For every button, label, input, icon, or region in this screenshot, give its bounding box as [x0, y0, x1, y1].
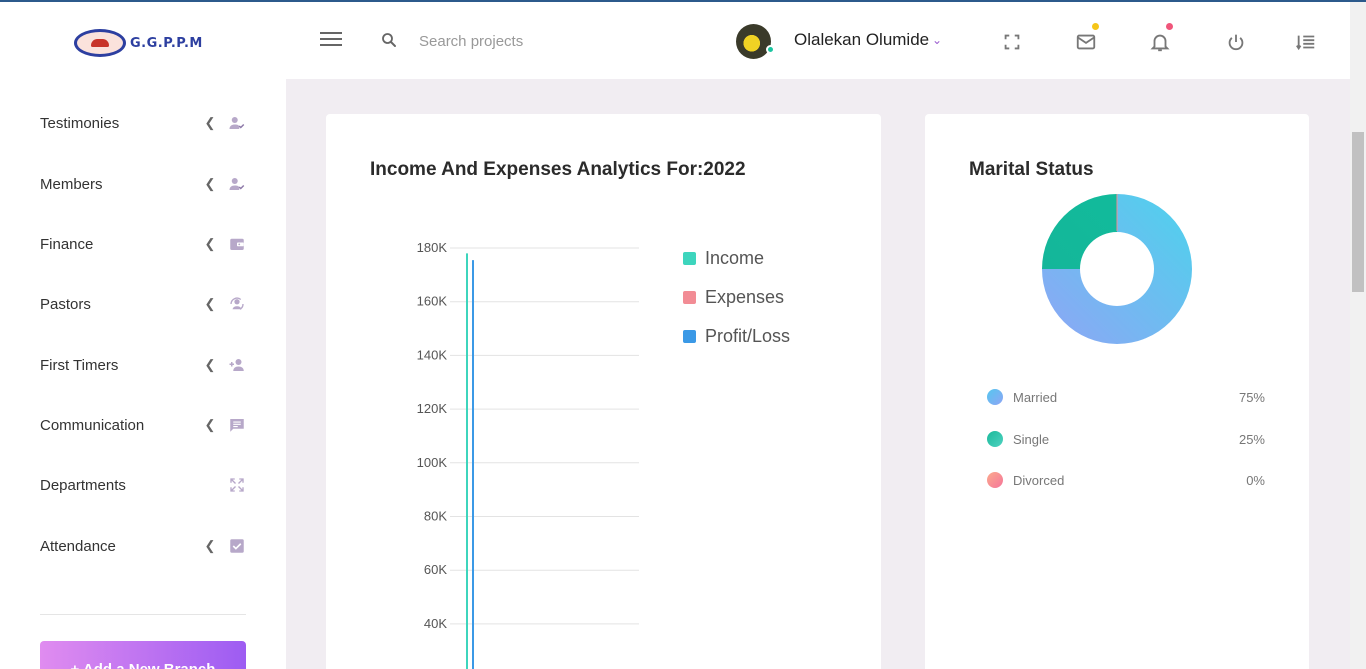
marital-row-single: Single 25% — [987, 429, 1265, 449]
sidebar: Testimonies ❮ Members ❮ Finance ❮ Pastor… — [0, 79, 286, 669]
sidebar-item-departments[interactable]: Departments — [40, 470, 246, 500]
marital-row-divorced: Divorced 0% — [987, 470, 1265, 490]
legend-swatch — [683, 330, 696, 343]
checkbox-icon — [230, 539, 244, 553]
y-tick-label: 160K — [417, 294, 448, 309]
sort-list-icon[interactable] — [1295, 31, 1317, 53]
sidebar-item-testimonies[interactable]: Testimonies ❮ — [40, 108, 246, 138]
marital-status-card: Marital Status Married 75% Single 25% Di… — [925, 114, 1309, 669]
y-tick-label: 140K — [417, 347, 448, 362]
marital-label: Divorced — [1013, 472, 1065, 488]
mail-icon[interactable] — [1075, 31, 1097, 53]
sidebar-item-label: Attendance — [40, 537, 116, 555]
legend-profit-loss[interactable]: Profit/Loss — [683, 326, 790, 347]
chevron-left-icon: ❮ — [204, 296, 216, 311]
income-expenses-card: Income And Expenses Analytics For:2022 1… — [326, 114, 881, 669]
chevron-left-icon: ❮ — [204, 357, 216, 372]
person-sync-icon — [230, 297, 244, 310]
marital-percent: 0% — [1246, 472, 1265, 488]
marital-status-donut — [1042, 194, 1192, 344]
search-input[interactable] — [410, 26, 660, 56]
brand-logo[interactable]: G.G.P.P.M — [74, 29, 203, 57]
legend-label: Expenses — [705, 287, 785, 307]
fullscreen-icon[interactable] — [1001, 31, 1023, 53]
page-scrollbar[interactable] — [1350, 2, 1366, 669]
person-check-icon — [229, 178, 245, 190]
chevron-down-icon[interactable]: ⌄ — [932, 33, 942, 47]
sidebar-item-first-timers[interactable]: First Timers ❮ — [40, 350, 246, 380]
top-header: G.G.P.P.M Olalekan Olumide ⌄ — [0, 2, 1350, 79]
sidebar-item-finance[interactable]: Finance ❮ — [40, 229, 246, 259]
search-icon — [382, 33, 396, 47]
user-avatar[interactable] — [736, 24, 771, 59]
y-tick-label: 100K — [417, 455, 448, 470]
sidebar-item-label: First Timers — [40, 356, 119, 374]
chevron-left-icon: ❮ — [204, 236, 216, 251]
y-tick-label: 180K — [417, 240, 448, 255]
bell-icon[interactable] — [1149, 31, 1171, 53]
chevron-left-icon: ❮ — [204, 538, 216, 553]
logo-text: G.G.P.P.M — [130, 35, 203, 51]
logo-emblem — [74, 29, 126, 57]
sidebar-item-label: Testimonies — [40, 114, 120, 132]
hamburger-menu-icon[interactable] — [320, 32, 342, 50]
legend-dot — [987, 389, 1003, 405]
marital-label: Married — [1013, 389, 1058, 405]
y-tick-label: 60K — [424, 562, 447, 577]
y-tick-label: 80K — [424, 509, 447, 524]
expand-icon — [230, 478, 244, 492]
marital-row-married: Married 75% — [987, 387, 1265, 407]
power-icon[interactable] — [1225, 31, 1247, 53]
user-name[interactable]: Olalekan Olumide — [794, 30, 929, 50]
add-branch-button[interactable]: + Add a New Branch — [40, 641, 246, 669]
marital-percent: 75% — [1238, 389, 1265, 405]
y-tick-label: 120K — [417, 401, 448, 416]
legend-label: Profit/Loss — [705, 326, 791, 346]
chevron-left-icon: ❮ — [204, 115, 216, 130]
mail-badge — [1092, 23, 1099, 30]
legend-swatch — [683, 291, 696, 304]
sidebar-item-pastors[interactable]: Pastors ❮ — [40, 289, 246, 319]
sidebar-divider — [40, 614, 246, 615]
legend-income[interactable]: Income — [683, 248, 764, 269]
donut-segment-single[interactable] — [1042, 194, 1117, 269]
card-title: Marital Status — [969, 159, 1094, 180]
legend-dot — [987, 472, 1003, 488]
chevron-left-icon: ❮ — [204, 176, 216, 191]
legend-swatch — [683, 252, 696, 265]
notification-badge — [1166, 23, 1173, 30]
person-check-icon — [229, 117, 245, 129]
chevron-left-icon: ❮ — [204, 417, 216, 432]
legend-expenses[interactable]: Expenses — [683, 287, 784, 308]
message-icon — [230, 419, 244, 432]
sidebar-item-communication[interactable]: Communication ❮ — [40, 410, 246, 440]
sidebar-item-label: Departments — [40, 476, 126, 494]
online-status-dot — [766, 45, 775, 54]
y-tick-label: 40K — [424, 616, 447, 631]
marital-percent: 25% — [1238, 431, 1265, 447]
sidebar-item-label: Finance — [40, 235, 94, 253]
sidebar-item-attendance[interactable]: Attendance ❮ — [40, 531, 246, 561]
card-title: Income And Expenses Analytics For:2022 — [370, 159, 746, 180]
sidebar-item-label: Members — [40, 175, 103, 193]
sidebar-item-label: Communication — [40, 416, 145, 434]
income-expenses-chart: 180K 160K 140K 120K 100K 80K 60K 40K — [417, 240, 639, 669]
wallet-icon — [230, 238, 244, 250]
scrollbar-thumb[interactable] — [1352, 132, 1364, 292]
legend-label: Income — [705, 248, 765, 268]
sidebar-item-members[interactable]: Members ❮ — [40, 169, 246, 199]
sidebar-item-label: Pastors — [40, 295, 91, 313]
person-add-icon — [229, 359, 244, 371]
marital-label: Single — [1013, 431, 1050, 447]
legend-dot — [987, 431, 1003, 447]
